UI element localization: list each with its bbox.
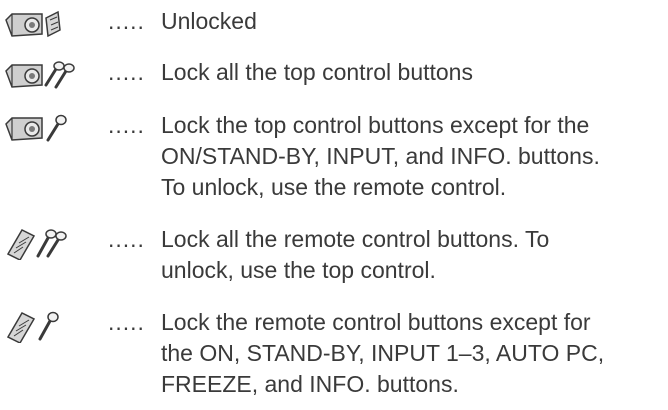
description-line: FREEZE, and INFO. buttons. — [161, 371, 459, 397]
description-line: unlock, use the top control. — [161, 257, 436, 283]
option-description: Unlocked — [161, 6, 666, 37]
description-line: the ON, STAND-BY, INPUT 1–3, AUTO PC, — [161, 340, 605, 366]
description-line: Lock all the remote control buttons. To — [161, 226, 550, 252]
option-description: Lock all the remote control buttons. To … — [161, 224, 666, 286]
description-line: Lock all the top control buttons — [161, 59, 473, 85]
leader-dots: ..... — [108, 226, 145, 252]
leader-dots: ..... — [108, 112, 145, 138]
description-line: To unlock, use the remote control. — [161, 174, 507, 200]
option-description: Lock all the top control buttons — [161, 57, 666, 88]
leader-dots: ..... — [108, 309, 145, 335]
description-line: Lock the remote control buttons except f… — [161, 309, 591, 335]
remote-double-key-icon — [2, 226, 92, 260]
remote-single-key-icon — [2, 309, 92, 343]
projector-unlocked-icon — [2, 8, 92, 42]
description-line: Unlocked — [161, 8, 257, 34]
description-line: ON/STAND-BY, INPUT, and INFO. buttons. — [161, 143, 600, 169]
description-line: Lock the top control buttons except for … — [161, 112, 590, 138]
projector-single-key-icon — [2, 112, 92, 146]
option-description: Lock the remote control buttons except f… — [161, 307, 666, 400]
leader-dots: ..... — [108, 59, 145, 85]
leader-dots: ..... — [108, 8, 145, 34]
option-description: Lock the top control buttons except for … — [161, 110, 666, 203]
projector-double-key-icon — [2, 59, 92, 93]
